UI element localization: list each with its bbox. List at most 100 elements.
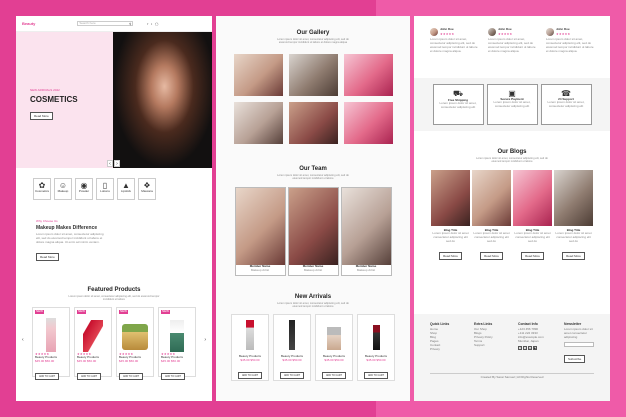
homepage-panel-middle: Our Gallery Lorem ipsum dolor sit amet, … — [216, 16, 410, 401]
category-cosmetics[interactable]: ✿ Cosmetics — [33, 178, 51, 200]
gallery-image[interactable] — [233, 54, 283, 96]
team-card[interactable]: Member Name Makeup Artist — [340, 187, 392, 276]
product-card[interactable]: Beauty Products $45.00 $50.00 ADD TO CAR… — [231, 314, 269, 381]
add-to-cart-button[interactable]: ADD TO CART — [321, 371, 347, 379]
category-label: Makeup — [57, 189, 69, 193]
arrivals-title: New Arrivals — [294, 294, 332, 300]
team-subtitle: Lorem ipsum dolor sit amet, consectetur … — [277, 174, 349, 180]
hero-text: NEW ARRIVALS 2022 COSMETICS Read More — [30, 88, 78, 122]
product-card[interactable]: NEW ★★★★★ Beauty Products $45.00 $50.00 … — [74, 307, 112, 380]
product-price: $45.00 $50.00 — [35, 358, 55, 363]
twitter-icon[interactable]: t — [151, 22, 152, 26]
category-makeup[interactable]: ☺ Makeup — [54, 178, 72, 200]
instagram-icon[interactable]: ◯ — [155, 22, 158, 26]
member-role: Makeup Artist — [356, 267, 376, 272]
category-powder[interactable]: ◉ Powder — [75, 178, 93, 200]
twitter-icon[interactable]: t — [523, 345, 527, 350]
subscribe-button[interactable]: Subscribe — [564, 355, 586, 364]
footer-heading: Newsletter — [564, 322, 582, 326]
blog-card[interactable]: Blog Title Lorem ipsum dolor sit amet co… — [513, 169, 552, 263]
blog-image — [513, 169, 552, 226]
homepage-panel-left: Beauty Search here ⚲ f t ◯ NEW ARRIVALS … — [16, 16, 212, 401]
blog-card[interactable]: Blog Title Lorem ipsum dolor sit amet co… — [472, 169, 511, 263]
category-row: ✿ Cosmetics ☺ Makeup ◉ Powder ▯ Lotions ▲ Lip… — [16, 178, 212, 200]
featured-section: Featured Products Lorem ipsum dolor sit … — [16, 287, 212, 380]
featured-subtitle: Lorem ipsum dolor sit amet, consectetur … — [68, 295, 160, 301]
gallery-image[interactable] — [288, 54, 338, 96]
add-to-cart-button[interactable]: ADD TO CART — [279, 371, 305, 379]
youtube-icon[interactable]: ▶ — [533, 345, 537, 350]
hero-title: COSMETICS — [30, 94, 78, 104]
product-card[interactable]: Beauty Products $45.00 $50.00 ADD TO CAR… — [357, 314, 395, 381]
hero-read-more-button[interactable]: Read More — [30, 111, 53, 120]
category-lipstick[interactable]: ▲ Lipstick — [117, 178, 135, 200]
testimonial-text: Lorem ipsum dolor sit amet, consectetur … — [488, 37, 536, 53]
feature-card: ▣ Secure Payment Lorem ipsum dolor sit a… — [486, 83, 538, 125]
blog-card[interactable]: Blog Title Lorem ipsum dolor sit amet co… — [431, 169, 470, 263]
product-card[interactable]: NEW ★★★★★ Beauty Products $45.00 $50.00 … — [32, 307, 70, 380]
gallery-image[interactable] — [343, 102, 393, 144]
category-mascara[interactable]: ❖ Mascara — [138, 178, 156, 200]
testimonials-row: John Doe ★★★★★ Lorem ipsum dolor sit amet… — [414, 16, 610, 54]
add-to-cart-button[interactable]: ADD TO CART — [237, 371, 263, 379]
blog-read-more-button[interactable]: Read More — [439, 252, 462, 261]
footer-link[interactable]: Support — [474, 343, 504, 348]
search-input[interactable]: Search here — [79, 21, 95, 26]
footer-link[interactable]: Privacy — [430, 347, 460, 352]
gallery-subtitle: Lorem ipsum dolor sit amet, consectetur … — [277, 38, 349, 44]
product-card[interactable]: Beauty Products $45.00 $50.00 ADD TO CAR… — [315, 314, 353, 381]
blogs-row: Blog Title Lorem ipsum dolor sit amet co… — [414, 169, 610, 263]
carousel-prev-arrow[interactable]: ‹ — [22, 337, 24, 343]
gallery-image[interactable] — [288, 102, 338, 144]
carousel-next-arrow[interactable]: › — [204, 337, 206, 343]
add-to-cart-button[interactable]: ADD TO CART — [363, 371, 389, 379]
add-to-cart-button[interactable]: ADD TO CART — [77, 372, 102, 380]
facebook-icon[interactable]: f — [518, 345, 522, 350]
product-image-lipstick — [83, 320, 103, 352]
about-eyebrow: Why Choose Us — [36, 219, 58, 223]
gallery-image[interactable] — [233, 102, 283, 144]
category-lotions[interactable]: ▯ Lotions — [96, 178, 114, 200]
search-box[interactable]: Search here ⚲ — [77, 21, 134, 26]
product-card[interactable]: Beauty Products $45.00 $50.00 ADD TO CAR… — [273, 314, 311, 381]
blog-read-more-button[interactable]: Read More — [521, 252, 544, 261]
facebook-icon[interactable]: f — [147, 22, 148, 26]
add-to-cart-button[interactable]: ADD TO CART — [119, 372, 144, 380]
blog-card[interactable]: Blog Title Lorem ipsum dolor sit amet co… — [554, 169, 593, 263]
add-to-cart-button[interactable]: ADD TO CART — [35, 372, 60, 380]
product-image-mascara — [289, 320, 295, 350]
product-card[interactable]: NEW ★★★★★ Beauty Products $45.00 $50.00 … — [158, 307, 196, 380]
logo[interactable]: Beauty — [22, 21, 35, 26]
product-image-tube — [170, 320, 184, 352]
instagram-icon[interactable]: o — [528, 345, 532, 350]
product-price: $45.00 $50.00 — [77, 358, 97, 363]
hero-prev-arrow[interactable]: ‹ — [107, 160, 113, 167]
category-label: Lotions — [100, 189, 110, 193]
featured-product-row: NEW ★★★★★ Beauty Products $45.00 $50.00 … — [16, 307, 212, 380]
newsletter-text: Lorem ipsum dolor sit amet consectetur a… — [564, 327, 593, 340]
newsletter-email-input[interactable] — [564, 342, 594, 348]
blog-read-more-button[interactable]: Read More — [480, 252, 503, 261]
feature-text: Lorem ipsum dolor sit amet, consectetur … — [439, 101, 477, 110]
footer-contact: Contact Info +123 456 7890 +111 222 3333… — [518, 322, 550, 365]
gallery-image[interactable] — [343, 54, 393, 96]
hero-eyebrow: NEW ARRIVALS 2022 — [30, 88, 60, 92]
team-card[interactable]: Member Name Makeup Artist — [287, 187, 339, 276]
footer: Quick Links Home Shop Blog Pages Contact… — [414, 314, 610, 401]
blog-read-more-button[interactable]: Read More — [562, 252, 585, 261]
team-title: Our Team — [299, 166, 327, 172]
product-card[interactable]: NEW ★★★★★ Beauty Products $45.00 $50.00 … — [116, 307, 154, 380]
new-badge: NEW — [77, 309, 86, 314]
about-read-more-button[interactable]: Read More — [36, 252, 59, 261]
blog-text: Lorem ipsum dolor sit amet consectetur a… — [432, 231, 469, 244]
team-card[interactable]: Member Name Makeup Artist — [234, 187, 286, 276]
search-icon[interactable]: ⚲ — [129, 22, 131, 26]
new-badge: NEW — [35, 309, 44, 314]
avatar — [430, 28, 438, 36]
blogs-section: Our Blogs Lorem ipsum dolor sit amet, co… — [414, 149, 610, 263]
hero-next-arrow[interactable]: › — [114, 160, 120, 167]
about-section: Why Choose Us Makeup Makes Difference Lo… — [16, 200, 212, 263]
blog-text: Lorem ipsum dolor sit amet consectetur a… — [473, 231, 510, 244]
add-to-cart-button[interactable]: ADD TO CART — [161, 372, 186, 380]
footer-heading: Extra Links — [474, 322, 493, 326]
